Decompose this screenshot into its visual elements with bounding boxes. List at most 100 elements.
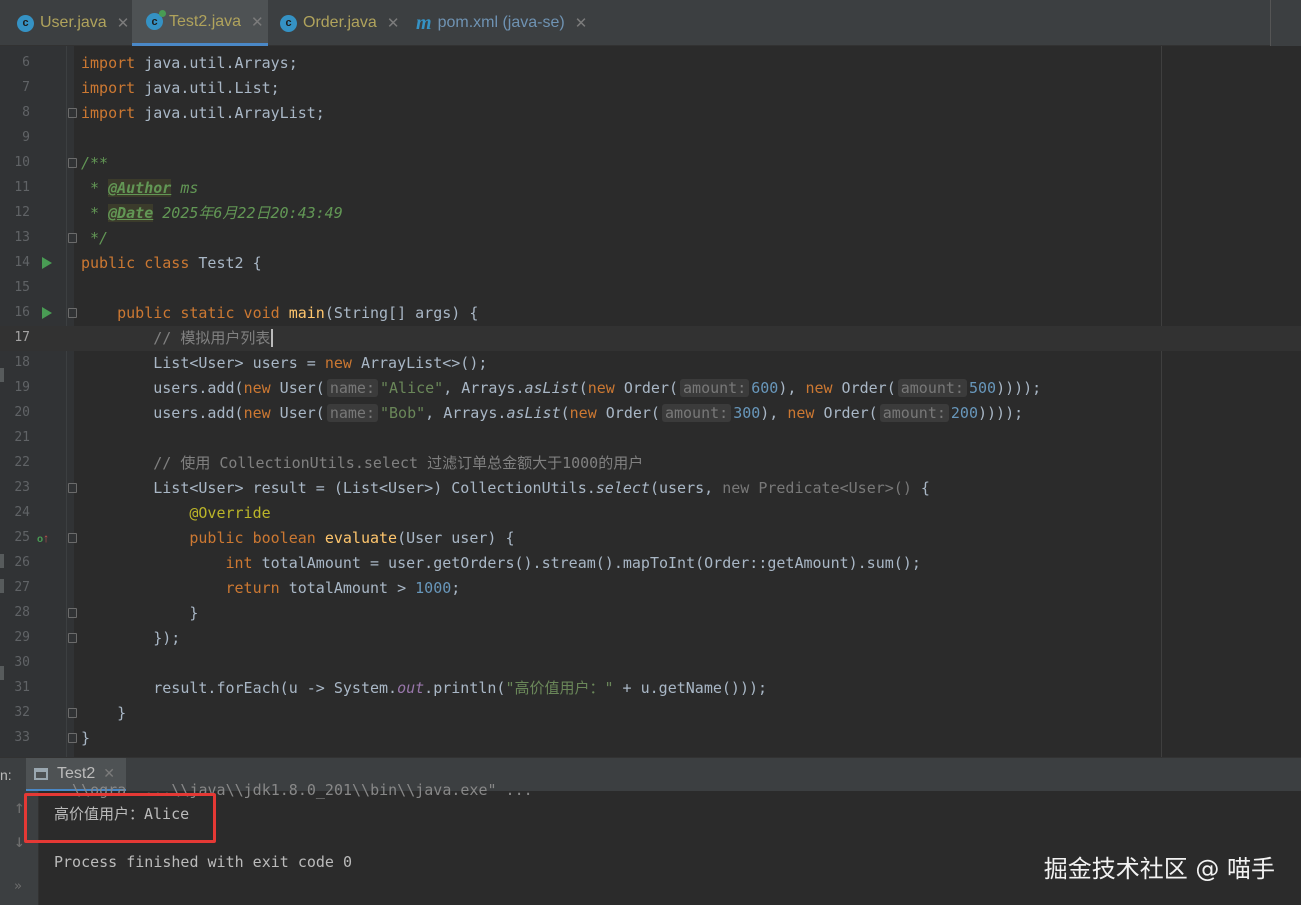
change-marker — [0, 579, 4, 593]
code-line[interactable]: 31 result.forEach(u -> System.out.printl… — [0, 676, 1301, 701]
close-icon[interactable]: ✕ — [103, 765, 115, 782]
line-number: 28 — [14, 605, 30, 620]
code-line[interactable]: 20 users.add(new User(name: "Bob", Arrays… — [0, 401, 1301, 426]
override-icon[interactable]: o↑ — [37, 531, 49, 545]
code-line[interactable]: 23 List<User> result = (List<User>) Coll… — [0, 476, 1301, 501]
run-icon[interactable] — [42, 307, 52, 319]
code-text: } — [81, 704, 127, 722]
code-line[interactable]: 6 import java.util.Arrays; — [0, 51, 1301, 76]
line-number: 32 — [14, 705, 30, 720]
code-line[interactable]: 26 int totalAmount = user.getOrders().st… — [0, 551, 1301, 576]
line-number: 27 — [14, 580, 30, 595]
code-text: return totalAmount > 1000; — [225, 579, 461, 597]
fold-icon[interactable] — [68, 158, 77, 168]
code-text: * @Author ms — [81, 179, 199, 197]
fold-icon[interactable] — [68, 233, 77, 243]
fold-icon[interactable] — [68, 608, 77, 618]
code-line[interactable]: 8 import java.util.ArrayList; — [0, 101, 1301, 126]
line-number: 31 — [14, 680, 30, 695]
line-number: 22 — [14, 455, 30, 470]
line-number: 24 — [14, 505, 30, 520]
line-number: 13 — [14, 230, 30, 245]
tab-order-java[interactable]: c Order.java ✕ — [268, 0, 408, 46]
code-text: // 使用 CollectionUtils.select 过滤订单总金额大于10… — [153, 454, 644, 472]
close-icon[interactable]: ✕ — [387, 14, 400, 32]
fold-icon[interactable] — [68, 733, 77, 743]
editor-tab-bar: c User.java ✕ c Test2.java ✕ c Order.jav… — [0, 0, 1301, 46]
line-number: 16 — [14, 305, 30, 320]
run-icon[interactable] — [42, 257, 52, 269]
code-text: result.forEach(u -> System.out.println("… — [81, 679, 768, 697]
line-number: 10 — [14, 155, 30, 170]
code-text: List<User> result = (List<User>) Collect… — [81, 479, 930, 497]
line-number: 8 — [22, 105, 30, 120]
code-line[interactable]: 7 import java.util.List; — [0, 76, 1301, 101]
fold-icon[interactable] — [68, 633, 77, 643]
tab-user-java[interactable]: c User.java ✕ — [0, 0, 132, 46]
console-output[interactable]: \\ogra ...\\java\\jdk1.8.0_201\\bin\\jav… — [39, 781, 1301, 905]
code-line[interactable]: 11 * @Author ms — [0, 176, 1301, 201]
code-line[interactable]: 14 public class Test2 { — [0, 251, 1301, 276]
tab-overflow-area — [1270, 0, 1301, 46]
code-line[interactable]: 25 o↑ public boolean evaluate(User user) … — [0, 526, 1301, 551]
code-line[interactable]: 30 — [0, 651, 1301, 676]
code-text: users.add(new User(name: "Alice", Arrays.… — [81, 379, 1042, 397]
code-text: users.add(new User(name: "Bob", Arrays.as… — [81, 404, 1024, 422]
code-line[interactable]: 29 }); — [0, 626, 1301, 651]
code-line[interactable]: 13 */ — [0, 226, 1301, 251]
code-line[interactable]: 15 — [0, 276, 1301, 301]
code-line[interactable]: 16 public static void main(String[] args… — [0, 301, 1301, 326]
output-highlight-box — [24, 793, 216, 843]
fold-icon[interactable] — [68, 308, 77, 318]
code-line[interactable]: 9 — [0, 126, 1301, 151]
tab-label: Order.java — [303, 14, 377, 31]
code-text: } — [81, 729, 91, 747]
line-number: 19 — [14, 380, 30, 395]
run-label: n: — [0, 767, 12, 783]
more-icon[interactable]: » — [14, 879, 22, 894]
code-text: import java.util.Arrays; — [81, 54, 298, 72]
line-number: 23 — [14, 480, 30, 495]
change-marker — [0, 554, 4, 568]
code-text: // 模拟用户列表 — [81, 328, 274, 349]
code-line[interactable]: 22 // 使用 CollectionUtils.select 过滤订单总金额大… — [0, 451, 1301, 476]
code-line[interactable]: 21 — [0, 426, 1301, 451]
line-number: 26 — [14, 555, 30, 570]
line-number: 20 — [14, 405, 30, 420]
code-line[interactable]: 18 List<User> users = new ArrayList<>(); — [0, 351, 1301, 376]
line-number: 12 — [14, 205, 30, 220]
fold-icon[interactable] — [68, 533, 77, 543]
code-line[interactable]: 24 @Override — [0, 501, 1301, 526]
tab-label: User.java — [40, 14, 107, 31]
code-text: } — [81, 604, 199, 622]
tab-test2-java[interactable]: c Test2.java ✕ — [132, 0, 268, 46]
code-line[interactable]: 17 // 模拟用户列表 — [0, 326, 1301, 351]
line-number: 25 — [14, 530, 30, 545]
code-editor[interactable]: 6 import java.util.Arrays; 7 import java.ut… — [0, 46, 1301, 757]
fold-icon[interactable] — [68, 108, 77, 118]
code-line[interactable]: 10 /** — [0, 151, 1301, 176]
line-number: 30 — [14, 655, 30, 670]
tab-label: Test2.java — [169, 12, 242, 30]
run-tab-label: Test2 — [57, 764, 96, 782]
line-number: 14 — [14, 255, 30, 270]
code-line[interactable]: 27 return totalAmount > 1000; — [0, 576, 1301, 601]
code-line[interactable]: 32 } — [0, 701, 1301, 726]
fold-icon[interactable] — [68, 483, 77, 493]
line-number: 29 — [14, 630, 30, 645]
close-icon[interactable]: ✕ — [251, 13, 264, 31]
code-line[interactable]: 33} — [0, 726, 1301, 751]
code-text: public boolean evaluate(User user) { — [189, 529, 515, 547]
tab-pom-xml[interactable]: m pom.xml (java-se) ✕ — [408, 0, 608, 46]
console-exit-line: Process finished with exit code 0 — [54, 853, 353, 871]
code-line[interactable]: 28 } — [0, 601, 1301, 626]
code-line[interactable]: 12 * @Date 2025年6月22日20:43:49 — [0, 201, 1301, 226]
fold-icon[interactable] — [68, 708, 77, 718]
code-line[interactable]: 19 users.add(new User(name: "Alice", Arra… — [0, 376, 1301, 401]
line-number: 17 — [14, 330, 30, 345]
close-icon[interactable]: ✕ — [117, 14, 130, 32]
tab-label: pom.xml (java-se) — [437, 14, 565, 31]
line-number: 33 — [14, 730, 30, 745]
close-icon[interactable]: ✕ — [575, 14, 588, 32]
maven-icon: m — [416, 11, 432, 34]
